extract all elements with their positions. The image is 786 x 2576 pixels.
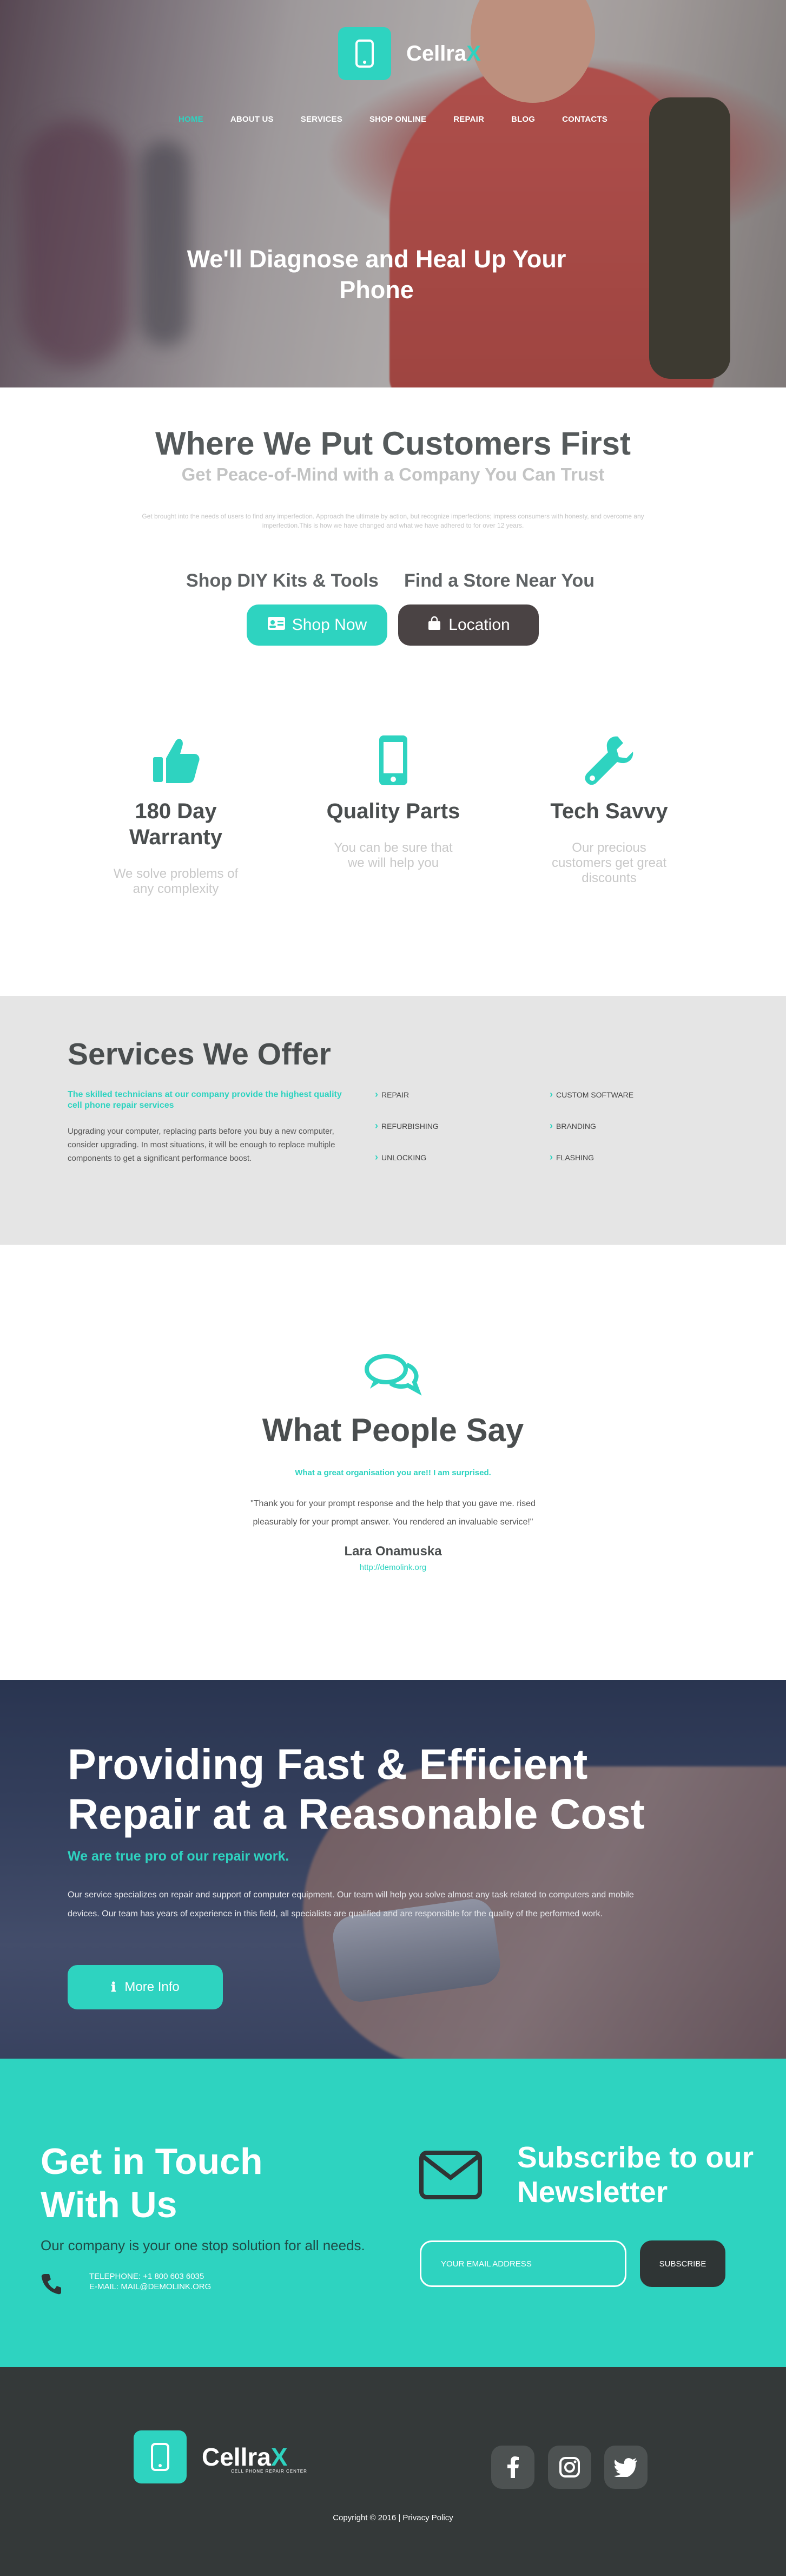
chevron-right-icon: › [375, 1152, 378, 1162]
repair-lead: We are true pro of our repair work. [68, 1849, 289, 1864]
nav-item-services[interactable]: SERVICES [301, 115, 342, 124]
testimonial-quote: "Thank you for your prompt response and … [250, 1499, 536, 1527]
shop-kits-label: Shop DIY Kits & Tools [186, 570, 379, 591]
services-lead: The skilled technicians at our company p… [68, 1090, 342, 1110]
service-link[interactable]: › REPAIR [375, 1089, 409, 1100]
info-icon: ℹ [111, 1980, 116, 1995]
service-link[interactable]: › BRANDING [550, 1120, 596, 1132]
chevron-right-icon: › [375, 1089, 378, 1100]
feature-title: Tech Savvy [550, 799, 668, 823]
find-store-label: Find a Store Near You [404, 570, 595, 591]
repair-title: Providing Fast & Efficient Repair at a R… [68, 1740, 645, 1838]
newsletter-email-input[interactable] [420, 2240, 626, 2287]
subscribe-button[interactable]: SUBSCRIBE [640, 2240, 725, 2287]
service-link[interactable]: › REFURBISHING [375, 1120, 439, 1132]
smartphone-icon [134, 2430, 187, 2483]
contact-section: Get in Touch With Us Our company is your… [0, 2059, 786, 2367]
footer-tagline: Cell phone repair center [231, 2469, 307, 2474]
site-logo[interactable]: CellraX [338, 27, 481, 80]
services-section: Services We Offer The skilled technician… [0, 996, 786, 1245]
nav-item-repair[interactable]: REPAIR [453, 115, 484, 124]
contact-lead: Our company is your one stop solution fo… [41, 2237, 365, 2253]
instagram-icon[interactable] [548, 2446, 591, 2489]
chevron-right-icon: › [550, 1089, 553, 1100]
service-link[interactable]: › FLASHING [550, 1152, 594, 1163]
copyright: Copyright © 2016 | Privacy Policy [333, 2513, 453, 2522]
more-info-label: More Info [124, 1980, 180, 1994]
newsletter-title: Subscribe to our Newsletter [517, 2140, 754, 2209]
service-link[interactable]: › CUSTOM SOFTWARE [550, 1089, 633, 1100]
more-info-button[interactable]: ℹ More Info [68, 1965, 223, 2009]
intro-subtitle: Get Peace-of-Mind with a Company You Can… [181, 464, 605, 484]
shop-now-button[interactable]: Shop Now [247, 604, 387, 646]
thumbs-up-icon [108, 733, 243, 787]
feature-title: 180 Day Warranty [129, 799, 222, 849]
intro-title: Where We Put Customers First [155, 425, 631, 462]
repair-banner: Providing Fast & Efficient Repair at a R… [0, 1680, 786, 2059]
chevron-right-icon: › [550, 1152, 553, 1162]
testimonial-title: What People Say [262, 1412, 524, 1448]
feature-quality-parts: Quality Parts You can be sure that we wi… [326, 733, 461, 871]
hero-title: We'll Diagnose and Heal Up Your Phone [187, 245, 566, 304]
smartphone-icon [338, 27, 391, 80]
envelope-icon [419, 2151, 482, 2202]
nav-item-about-us[interactable]: ABOUT US [230, 115, 274, 124]
site-logo-text: CellraX [406, 41, 481, 65]
services-title: Services We Offer [68, 1037, 331, 1072]
testimonial-link[interactable]: http://demolink.org [0, 1563, 786, 1572]
nav-item-contacts[interactable]: CONTACTS [562, 115, 607, 124]
footer-logo-text: CellraX [202, 2443, 288, 2471]
id-card-icon [267, 616, 286, 634]
main-navigation: HOME ABOUT US SERVICES SHOP ONLINE REPAI… [0, 115, 786, 124]
chevron-right-icon: › [375, 1120, 378, 1131]
contact-phone: TELEPHONE: +1 800 603 6035 [89, 2272, 204, 2281]
location-button[interactable]: Location [398, 604, 539, 646]
nav-item-shop-online[interactable]: SHOP ONLINE [369, 115, 426, 124]
footer-logo[interactable]: CellraX [134, 2430, 288, 2483]
facebook-icon[interactable] [491, 2446, 534, 2489]
contact-title: Get in Touch With Us [41, 2141, 263, 2225]
feature-text: We solve problems of any complexity [113, 866, 239, 896]
feature-warranty: 180 Day Warranty We solve problems of an… [108, 733, 243, 897]
wrench-icon [541, 733, 677, 787]
shop-now-label: Shop Now [292, 616, 367, 634]
speech-bubbles-icon [362, 1353, 422, 1399]
nav-item-blog[interactable]: BLOG [511, 115, 535, 124]
phone-icon [41, 2273, 62, 2297]
location-label: Location [448, 616, 510, 634]
chevron-right-icon: › [550, 1120, 553, 1131]
intro-text: Get brought into the needs of users to f… [142, 512, 644, 529]
smartphone-icon [326, 733, 461, 787]
contact-info: TELEPHONE: +1 800 603 6035 E-MAIL: MAIL@… [89, 2271, 211, 2292]
hero-section: CellraX HOME ABOUT US SERVICES SHOP ONLI… [0, 0, 786, 387]
feature-tech-savvy: Tech Savvy Our precious customers get gr… [541, 733, 677, 886]
repair-text: Our service specializes on repair and su… [68, 1890, 634, 1918]
testimonial-lead: What a great organisation you are!! I am… [295, 1468, 491, 1477]
service-link[interactable]: › UNLOCKING [375, 1152, 426, 1163]
feature-text: You can be sure that we will help you [334, 840, 453, 870]
feature-text: Our precious customers get great discoun… [551, 840, 667, 885]
contact-email: E-MAIL: MAIL@DEMOLINK.ORG [89, 2282, 212, 2291]
footer: CellraX Cell phone repair center Copyrig… [0, 2367, 786, 2576]
feature-title: Quality Parts [326, 799, 460, 823]
testimonial-author: Lara Onamuska [344, 1544, 442, 1559]
nav-item-home[interactable]: HOME [179, 115, 203, 124]
twitter-icon[interactable] [604, 2446, 648, 2489]
services-text: Upgrading your computer, replacing parts… [68, 1127, 335, 1163]
shopping-bag-icon [427, 616, 442, 635]
